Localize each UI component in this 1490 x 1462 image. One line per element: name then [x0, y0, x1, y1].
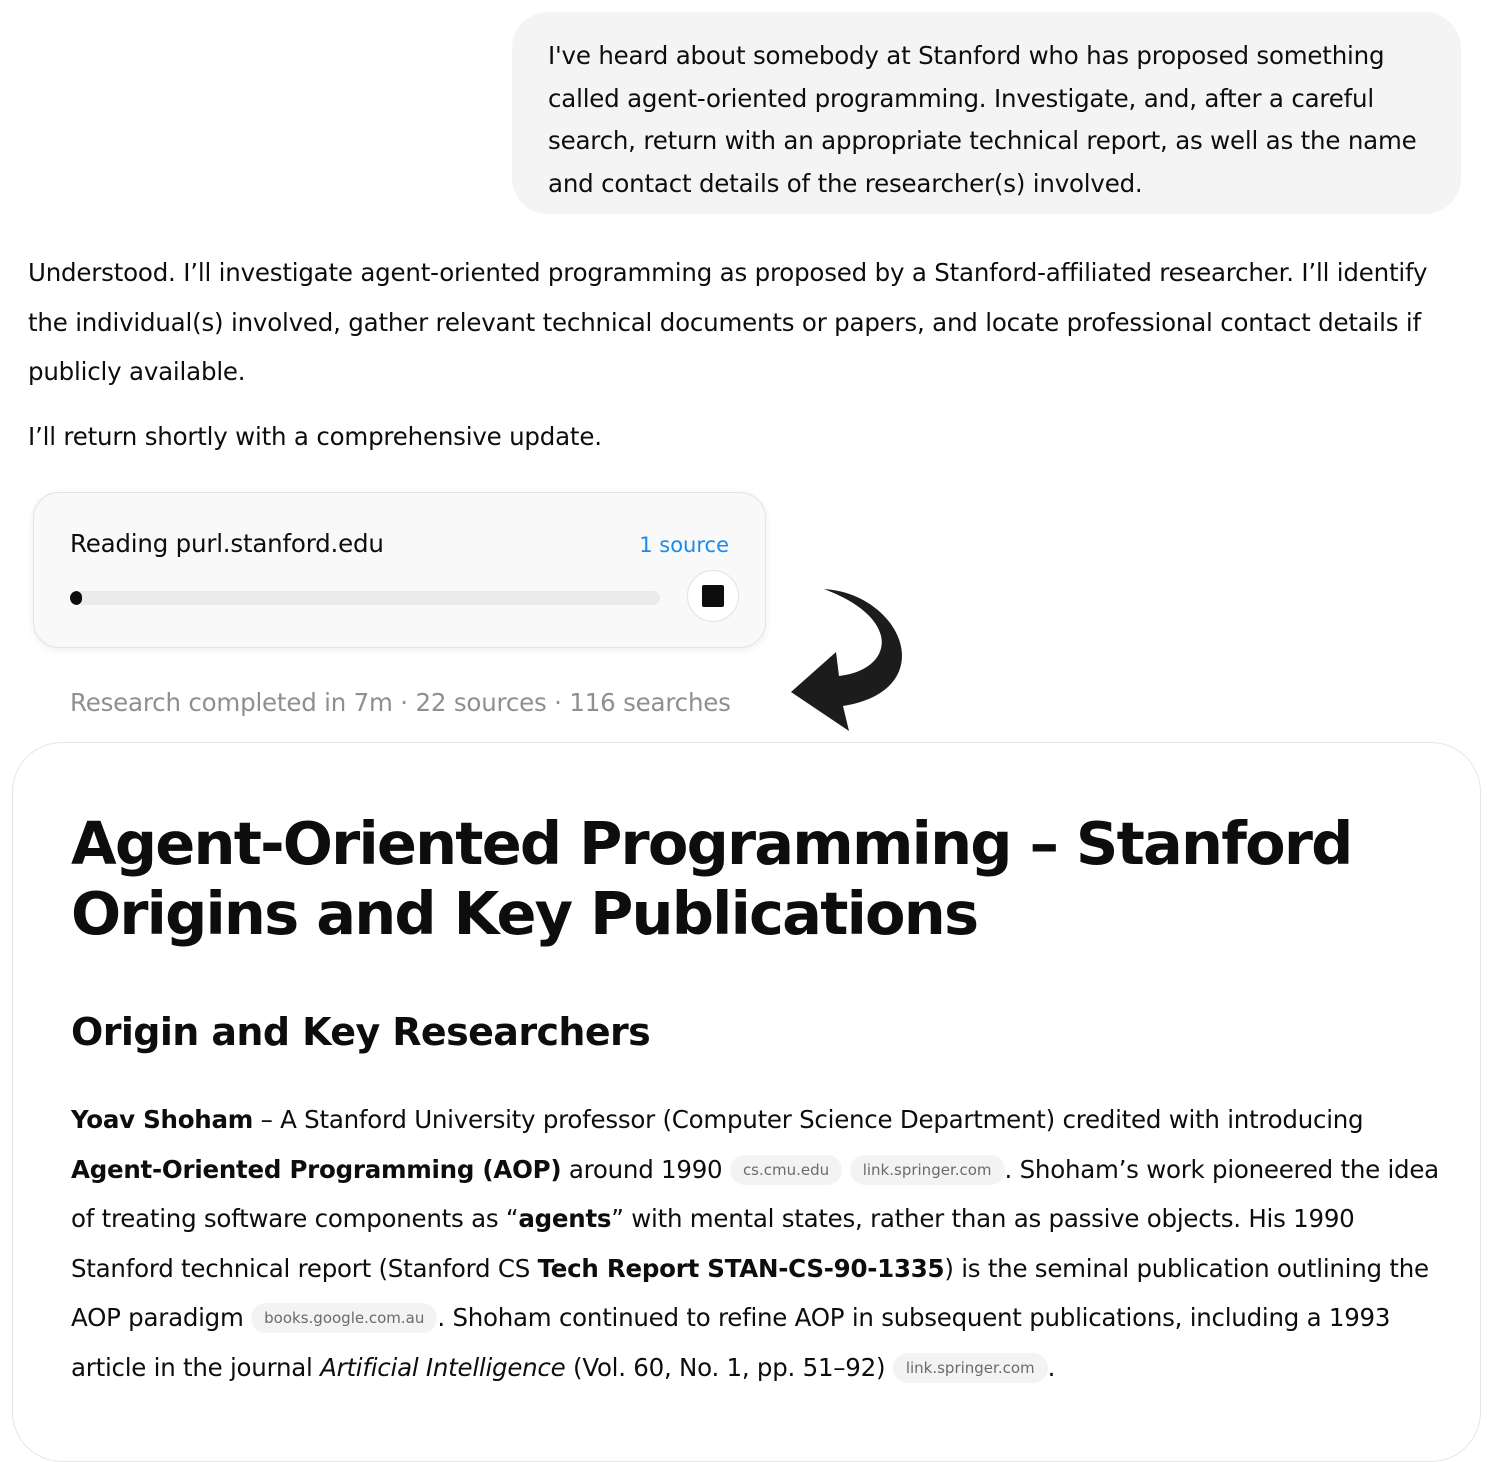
body-text: – A Stanford University professor (Compu…: [253, 1105, 1364, 1134]
body-text: (Vol. 60, No. 1, pp. 51–92): [565, 1352, 893, 1382]
body-text: .: [1047, 1352, 1056, 1382]
research-summary: Research completed in 7m · 22 sources · …: [70, 688, 731, 717]
curved-arrow-icon: [791, 589, 902, 731]
journal-name: Artificial Intelligence: [320, 1352, 566, 1382]
report-card: Agent-Oriented Programming – Stanford Or…: [12, 742, 1481, 1462]
progress-bar: [70, 591, 660, 605]
assistant-paragraph: I’ll return shortly with a comprehensive…: [28, 422, 602, 451]
report-paragraph: Yoav Shoham – A Stanford University prof…: [71, 1095, 1441, 1392]
agents-term: agents: [518, 1204, 612, 1233]
citation-chip[interactable]: link.springer.com: [849, 1154, 1005, 1185]
body-text: around 1990: [561, 1154, 730, 1184]
user-message-text: I've heard about somebody at Stanford wh…: [548, 41, 1417, 198]
tech-report-id: Tech Report STAN-CS-90-1335: [537, 1253, 945, 1283]
sources-link[interactable]: 1 source: [639, 533, 729, 557]
aop-term: Agent-Oriented Programming (AOP): [71, 1154, 562, 1184]
progress-bar-fill: [70, 591, 82, 605]
user-message-bubble: I've heard about somebody at Stanford wh…: [512, 12, 1461, 214]
progress-status-label: Reading purl.stanford.edu: [70, 529, 384, 558]
stop-button[interactable]: [687, 570, 739, 622]
citation-chip[interactable]: link.springer.com: [892, 1352, 1048, 1383]
research-progress-card: Reading purl.stanford.edu 1 source: [33, 492, 766, 648]
assistant-paragraph: Understood. I’ll investigate agent-orien…: [28, 258, 1428, 386]
citation-chip[interactable]: cs.cmu.edu: [729, 1154, 843, 1185]
researcher-name: Yoav Shoham: [71, 1105, 254, 1134]
citation-chip[interactable]: books.google.com.au: [251, 1303, 438, 1333]
report-title: Agent-Oriented Programming – Stanford Or…: [71, 809, 1353, 948]
section-heading: Origin and Key Researchers: [71, 1010, 651, 1054]
stop-square-icon: [702, 585, 724, 607]
